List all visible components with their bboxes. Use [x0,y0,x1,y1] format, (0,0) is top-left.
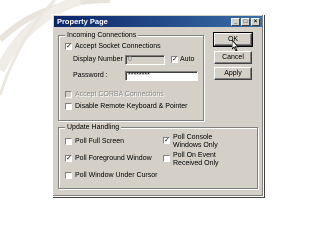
close-icon[interactable]: × [251,18,260,26]
poll-console-label-line2: Windows Only [173,142,218,149]
cancel-button[interactable]: Cancel [214,51,252,64]
poll-on-event-checkbox[interactable] [163,155,170,162]
poll-full-screen-checkbox[interactable] [65,138,72,145]
auto-checkbox[interactable]: ✓ [171,56,178,63]
poll-full-screen-label: Poll Full Screen [75,138,125,145]
poll-console-checkbox[interactable]: ✓ [163,137,170,144]
password-field[interactable]: ******** [125,71,198,81]
window-title: Property Page [57,17,108,26]
accept-socket-checkbox[interactable]: ✓ [65,43,72,50]
poll-under-cursor-label: Poll Window Under Cursor [75,172,158,179]
accept-corba-checkbox[interactable] [65,91,72,98]
poll-on-event-label-line2: Received Only [173,160,219,167]
poll-foreground-label: Poll Foreground Window [75,155,152,162]
poll-under-cursor-checkbox[interactable] [65,172,72,179]
maximize-icon[interactable]: □ [241,18,250,26]
mouse-pointer-icon [232,40,239,51]
display-number-label: Display Number : [73,56,127,63]
disable-remote-label: Disable Remote Keyboard & Pointer [75,103,188,110]
incoming-connections-title: Incoming Connections [65,31,139,40]
accept-corba-label: Accept CORBA Connections [75,91,164,98]
update-handling-title: Update Handling [65,123,122,132]
poll-foreground-checkbox[interactable]: ✓ [65,155,72,162]
title-bar[interactable]: Property Page _ □ × [54,16,262,27]
auto-label: Auto [180,56,195,63]
display-number-field[interactable]: 0 [125,55,165,65]
apply-button[interactable]: Apply [214,67,252,80]
disable-remote-checkbox[interactable] [65,103,72,110]
accept-socket-label: Accept Socket Connections [75,43,161,50]
password-label: Password : [73,72,108,79]
minimize-icon[interactable]: _ [231,18,240,26]
